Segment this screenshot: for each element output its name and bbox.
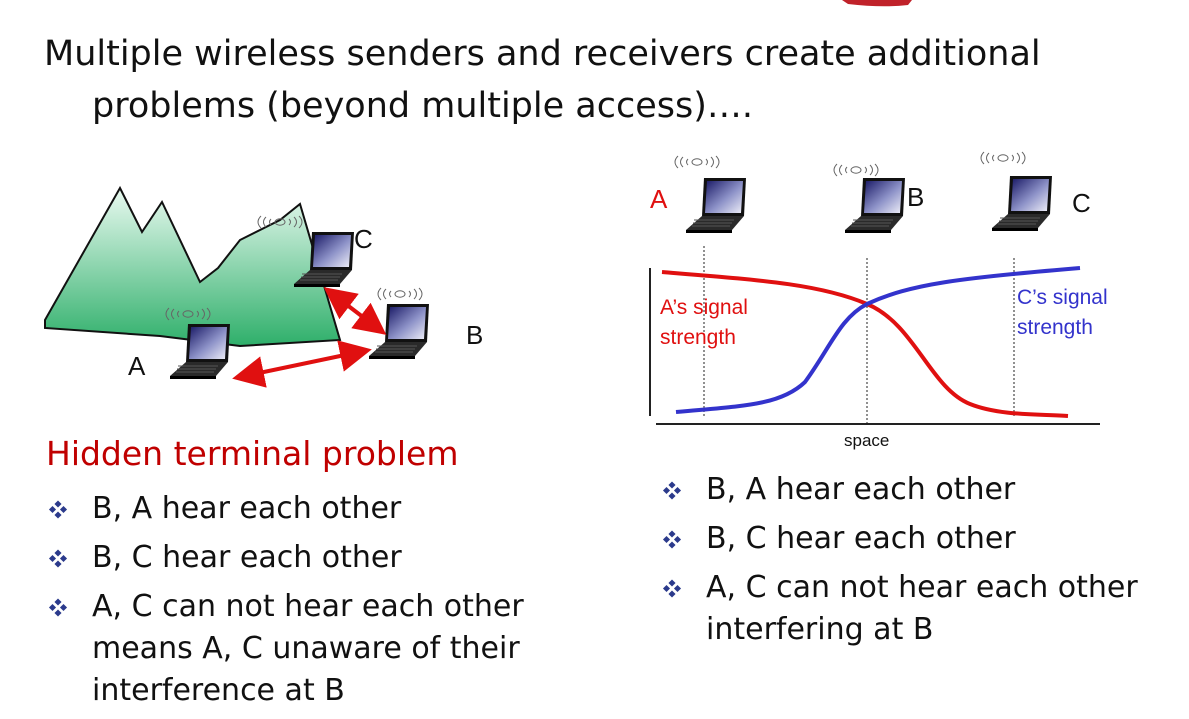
decorative-swoosh [842,0,912,7]
title-line-2: problems (beyond multiple access)…. [92,86,754,126]
bullet-text-line-1: A, C can not hear each other [706,570,1138,605]
laptop-c-icon [991,175,1053,232]
bullet-text-line-2: means A, C unaware of their [92,631,520,666]
a-signal-label-line-2: strength [660,326,736,349]
diamond-bullet-icon [48,500,68,519]
signal-waves-b-icon [377,287,423,301]
diamond-bullet-icon [662,530,682,549]
signal-waves-a-icon [674,155,720,169]
bullet-text-line-2: interfering at B [706,612,934,647]
hidden-terminal-heading: Hidden terminal problem [46,434,459,473]
bullet-item: B, C hear each other [46,537,606,579]
bullet-item: B, C hear each other [660,518,1180,560]
node-b-label: B [466,320,483,350]
node-c-label: C [354,224,373,254]
hidden-terminal-diagram: C B A [44,185,483,388]
bullet-item: A, C can not hear each other means A, C … [46,586,606,712]
a-signal-label-line-1: A’s signal [660,296,748,319]
signal-attenuation-diagram: A B C A’s signal strength C’s signal str… [649,151,1108,450]
node-c-label: C [1072,188,1091,218]
diamond-bullet-icon [662,481,682,500]
bullet-text: B, A hear each other [92,491,402,526]
link-c-b-arrow [323,287,387,335]
laptop-b-icon [844,177,906,234]
bullet-item: A, C can not hear each other interfering… [660,567,1180,651]
laptop-b-icon [368,303,430,360]
bullet-item: B, A hear each other [660,469,1180,511]
node-a-label: A [128,351,146,381]
diamond-bullet-icon [48,598,68,617]
node-b-label: B [907,182,924,212]
title-line-1: Multiple wireless senders and receivers … [44,34,1041,74]
bullet-text: B, A hear each other [706,472,1016,507]
link-a-b-arrow [232,340,372,388]
slide-title: Multiple wireless senders and receivers … [44,28,1144,132]
diamond-bullet-icon [662,579,682,598]
mountain-icon [44,185,342,348]
signal-waves-b-icon [833,163,879,177]
bullet-text: B, C hear each other [92,540,402,575]
node-a-label: A [650,184,668,214]
c-signal-label-line-2: strength [1017,316,1093,339]
bullet-item: B, A hear each other [46,488,606,530]
c-signal-label-line-1: C’s signal [1017,286,1108,309]
bullet-text-line-1: A, C can not hear each other [92,589,524,624]
diamond-bullet-icon [48,549,68,568]
signal-attenuation-bullets: B, A hear each other B, C hear each othe… [660,469,1180,658]
signal-waves-c-icon [980,151,1026,165]
bullet-text: B, C hear each other [706,521,1016,556]
x-axis-label: space [844,431,889,450]
laptop-a-icon [685,177,747,234]
bullet-text-line-3: interference at B [92,673,345,708]
hidden-terminal-bullets: B, A hear each other B, C hear each othe… [46,488,606,719]
